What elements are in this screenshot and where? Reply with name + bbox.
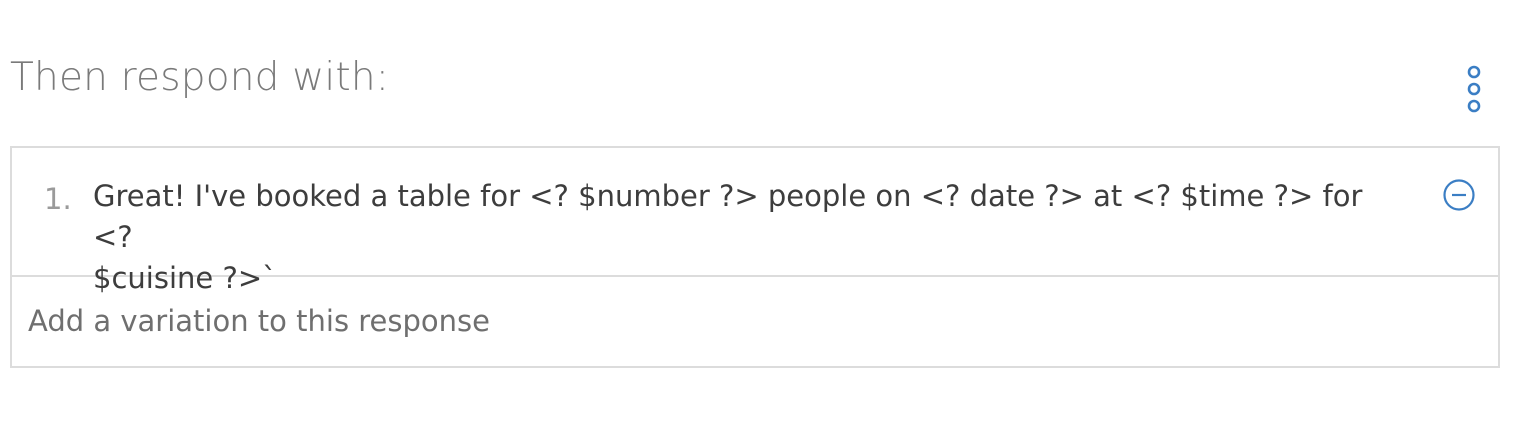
response-section-header: Then respond with:	[10, 52, 1500, 113]
variation-text[interactable]: Great! I've booked a table for <? $numbe…	[93, 176, 1363, 299]
section-title: Then respond with:	[10, 55, 390, 100]
overflow-menu-vertical-icon	[1467, 65, 1481, 113]
add-variation-input[interactable]	[28, 301, 1478, 341]
response-variation-row[interactable]: 1. Great! I've booked a table for <? $nu…	[12, 148, 1498, 295]
subtract-circle-icon	[1443, 179, 1475, 211]
overflow-menu-button[interactable]	[1463, 65, 1485, 115]
variation-number: 1.	[44, 182, 72, 216]
response-variations-list: 1. Great! I've booked a table for <? $nu…	[10, 146, 1500, 368]
remove-variation-button[interactable]	[1442, 178, 1476, 212]
